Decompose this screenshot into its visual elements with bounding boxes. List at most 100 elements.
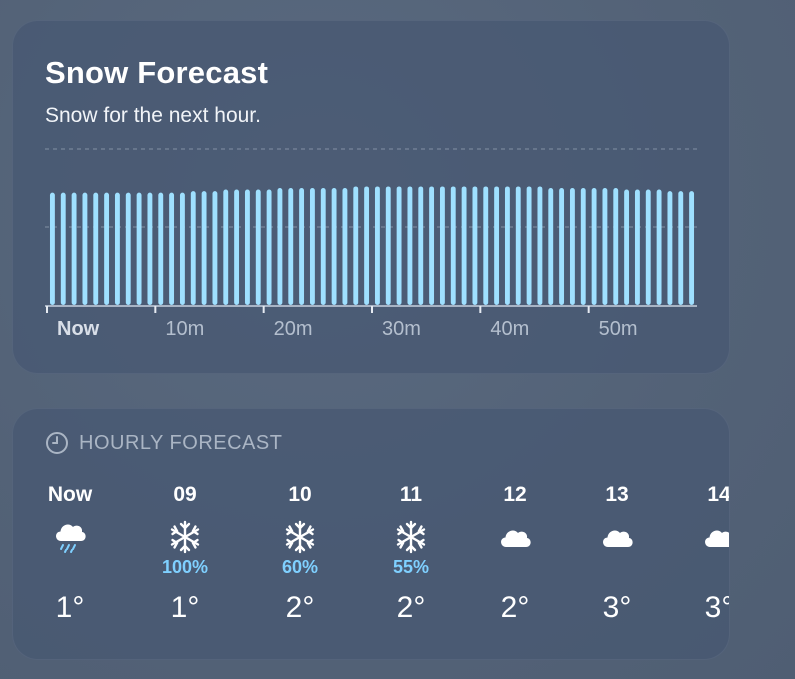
precip-chance: 100% (161, 557, 209, 577)
chart-x-tick-label: 10m (165, 318, 204, 340)
snow-intensity-bar (331, 188, 337, 305)
cloud-rain-icon (50, 517, 90, 557)
snow-intensity-bar (537, 186, 543, 305)
chart-x-tick-label: 40m (490, 318, 529, 340)
snow-intensity-bar (104, 192, 110, 305)
snow-intensity-bar (494, 186, 500, 305)
cloud-icon (699, 517, 729, 557)
hour-temperature: 1° (55, 591, 85, 624)
snowflake-icon (165, 517, 205, 557)
snow-intensity-bar (158, 192, 164, 305)
snow-intensity-bar (667, 191, 673, 305)
snow-intensity-bar (483, 186, 489, 305)
snow-intensity-bar (353, 186, 359, 305)
cloud-icon (597, 517, 637, 557)
hour-time-label: 09 (173, 483, 197, 506)
hour-column: 10 60% 2° (260, 409, 340, 659)
snow-intensity-bar (418, 186, 424, 305)
snow-intensity-bar (439, 186, 445, 305)
hour-time-label: 11 (399, 483, 423, 506)
hourly-forecast-card[interactable]: HOURLY FORECAST Now 1° 09 100% 1° 10 60% 2° 11 55… (12, 408, 730, 660)
snow-intensity-bar (429, 186, 435, 305)
snowflake-icon (391, 517, 431, 557)
snow-intensity-bar (396, 186, 402, 305)
snow-intensity-bar (526, 186, 532, 305)
hour-time-label: 13 (605, 483, 629, 506)
snow-intensity-bar (634, 189, 640, 305)
chart-x-tick-label: 50m (599, 318, 638, 340)
hour-column: Now 1° (30, 409, 110, 659)
snow-forecast-subtitle: Snow for the next hour. (45, 104, 261, 127)
snow-intensity-bar (569, 188, 575, 305)
snow-intensity-bar (374, 186, 380, 305)
snow-intensity-bar (678, 191, 684, 305)
hour-temperature: 1° (170, 591, 200, 624)
snow-intensity-bar (450, 186, 456, 305)
snow-intensity-bar (201, 191, 207, 305)
hour-column: 14 3° (679, 409, 730, 659)
snow-intensity-bar (613, 188, 619, 305)
snow-intensity-bar (624, 189, 630, 305)
snow-forecast-title: Snow Forecast (45, 55, 269, 90)
snow-intensity-bar (179, 192, 185, 305)
snow-intensity-bar (342, 188, 348, 305)
hour-temperature: 2° (285, 591, 315, 624)
snow-intensity-bar (93, 192, 99, 305)
snow-intensity-bar (559, 188, 565, 305)
snow-intensity-bar (60, 192, 66, 305)
hour-column: 09 100% 1° (145, 409, 225, 659)
chart-x-tick-label: 20m (274, 318, 313, 340)
snow-intensity-bar (407, 186, 413, 305)
hour-column: 11 55% 2° (371, 409, 451, 659)
snow-intensity-bar (364, 186, 370, 305)
snow-intensity-bar (645, 189, 651, 305)
snow-intensity-bar (212, 191, 218, 305)
snow-intensity-bar (515, 186, 521, 305)
snow-intensity-bar (82, 192, 88, 305)
chart-x-tick-label: 30m (382, 318, 421, 340)
snow-forecast-card[interactable]: Now 10m 20m 30m 40m 50m Snow Forecast Snow fo… (12, 20, 730, 374)
hour-time-label: 14 (707, 483, 730, 506)
hour-column: 13 3° (577, 409, 657, 659)
snow-intensity-bar (136, 192, 142, 305)
snow-intensity-bar (288, 188, 294, 305)
snow-intensity-bar (49, 192, 55, 305)
snow-intensity-bar (169, 192, 175, 305)
snow-intensity-bar (244, 189, 250, 305)
snow-intensity-bar (548, 188, 554, 305)
snow-intensity-bar (234, 189, 240, 305)
hour-time-label: 12 (503, 483, 527, 506)
snow-intensity-bar (385, 186, 391, 305)
precip-chance: 55% (392, 557, 430, 577)
snow-intensity-bar (266, 189, 272, 305)
snow-intensity-bar (147, 192, 153, 305)
snow-intensity-bar (223, 189, 229, 305)
snow-intensity-bar (277, 188, 283, 305)
snow-intensity-bar (309, 188, 315, 305)
snow-intensity-bar (299, 188, 305, 305)
snow-intensity-bar (461, 186, 467, 305)
snowflake-icon (280, 517, 320, 557)
snow-intensity-bar (71, 192, 77, 305)
hour-temperature: 2° (396, 591, 426, 624)
snow-intensity-bar (320, 188, 326, 305)
snow-intensity-bar (689, 191, 695, 305)
weather-screen: Now 10m 20m 30m 40m 50m Snow Forecast Snow fo… (0, 0, 795, 679)
cloud-icon (495, 517, 535, 557)
snow-intensity-bar (114, 192, 120, 305)
snow-intensity-bar (591, 188, 597, 305)
snow-intensity-bar (255, 189, 261, 305)
snow-intensity-bar (190, 191, 196, 305)
precip-chance: 60% (281, 557, 319, 577)
snow-intensity-bar (125, 192, 131, 305)
snow-intensity-bar (656, 189, 662, 305)
hour-column: 12 2° (475, 409, 555, 659)
snow-intensity-bar (580, 188, 586, 305)
hour-time-label: 10 (288, 483, 312, 506)
snow-intensity-bar (504, 186, 510, 305)
snow-intensity-bar (602, 188, 608, 305)
hour-temperature: 3° (704, 591, 729, 624)
hour-time-label: Now (47, 483, 93, 506)
chart-x-tick-label: Now (57, 318, 100, 340)
hour-temperature: 3° (602, 591, 632, 624)
